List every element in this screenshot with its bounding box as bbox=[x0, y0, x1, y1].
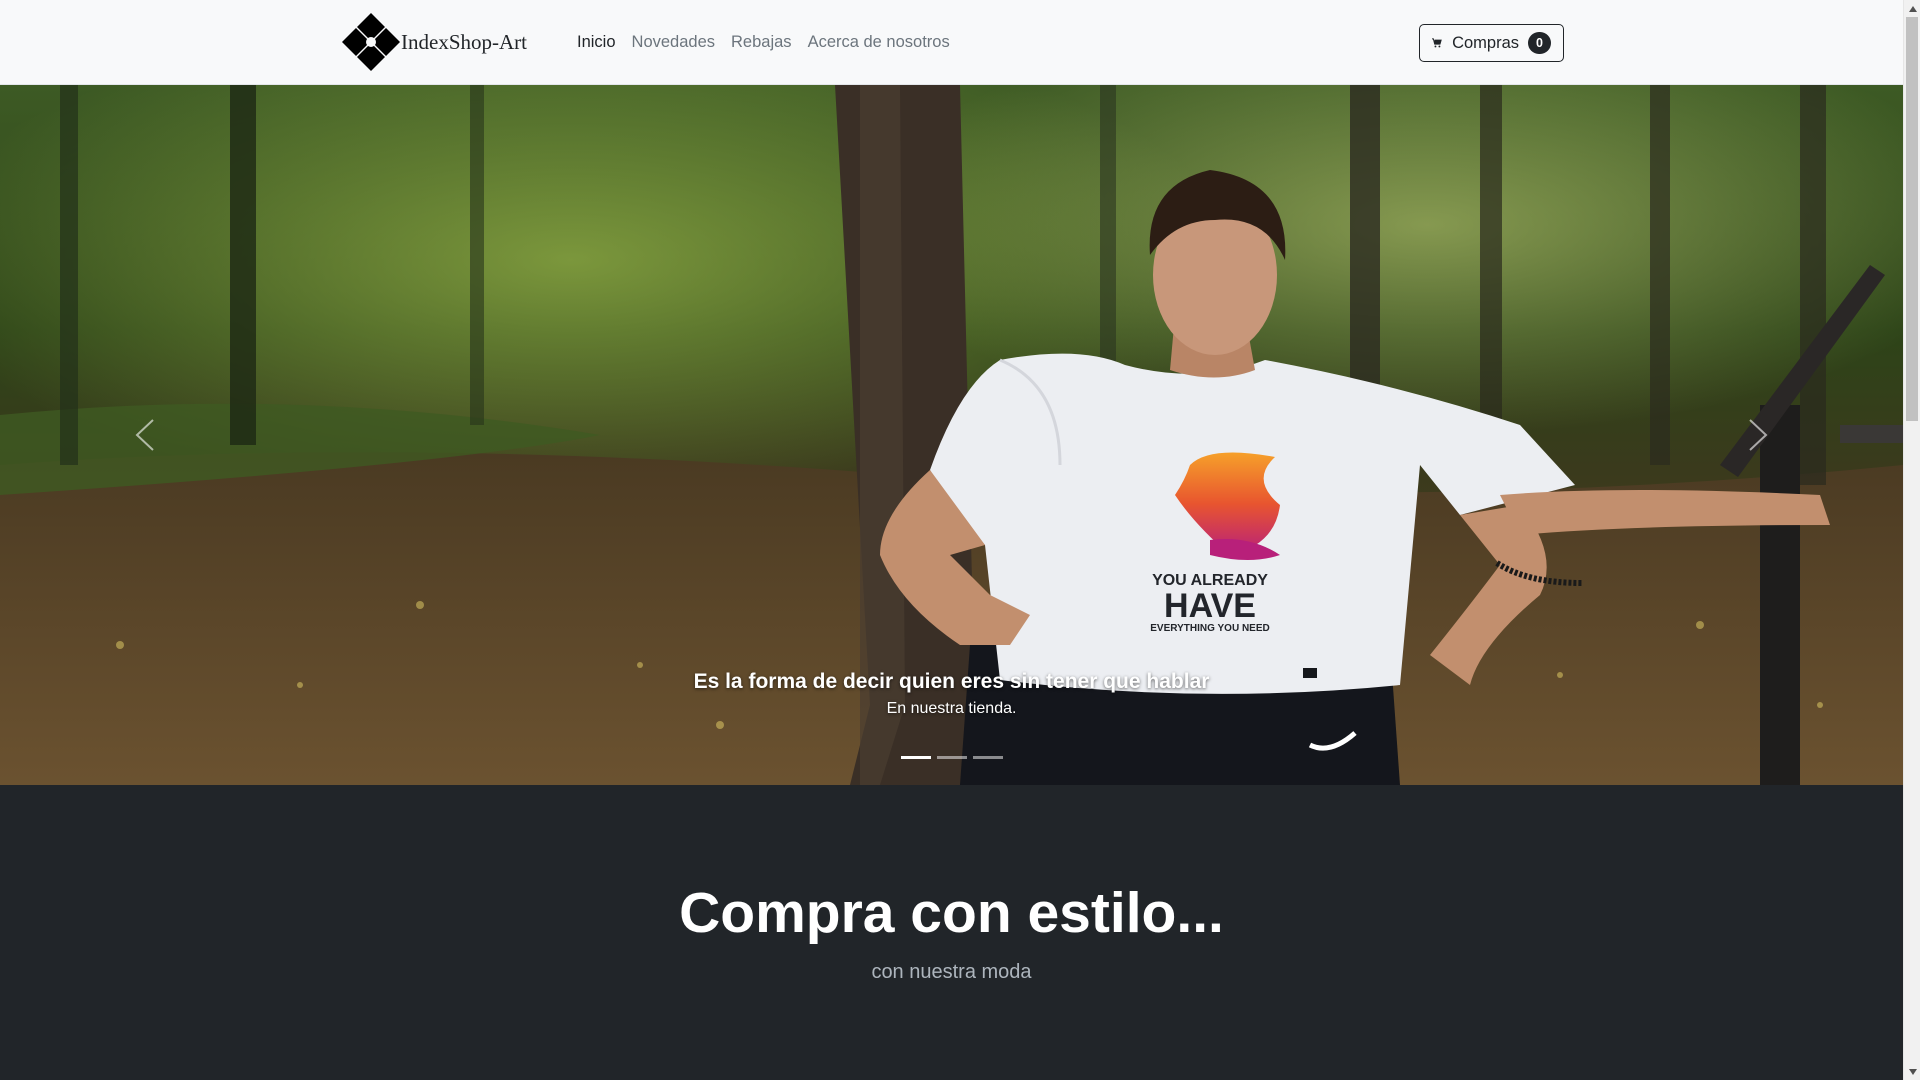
cart-button[interactable]: Compras 0 bbox=[1419, 24, 1564, 62]
promo-title: Compra con estilo... bbox=[679, 881, 1224, 945]
carousel-indicators bbox=[0, 756, 1903, 759]
caption-text: En nuestra tienda. bbox=[886, 700, 1017, 717]
shirt-print-line2: HAVE bbox=[1164, 587, 1256, 625]
carousel-indicator-1[interactable] bbox=[900, 756, 931, 759]
hero-carousel: YOU ALREADY HAVE EVERYTHING YOU NEED Es … bbox=[0, 85, 1903, 785]
carousel-indicator-3[interactable] bbox=[972, 756, 1003, 759]
brand-link[interactable]: IndexShop-Art bbox=[340, 12, 527, 72]
nav-link-acerca[interactable]: Acerca de nosotros bbox=[800, 29, 958, 56]
shirt-print-line3: EVERYTHING YOU NEED bbox=[1150, 623, 1269, 634]
scroll-thumb[interactable] bbox=[1906, 17, 1918, 421]
triangle-down-icon bbox=[1908, 1068, 1917, 1075]
scroll-up-arrow[interactable] bbox=[1904, 0, 1920, 17]
promo-section: Compra con estilo... con nuestra moda bbox=[0, 785, 1903, 1080]
carousel-caption: Es la forma de decir quien eres sin tene… bbox=[0, 670, 1903, 718]
cart-label: Compras bbox=[1452, 33, 1519, 52]
brand-logo-icon bbox=[342, 13, 400, 71]
nav-link-inicio[interactable]: Inicio bbox=[569, 29, 624, 56]
brand-name: IndexShop-Art bbox=[401, 29, 527, 54]
caption-title: Es la forma de decir quien eres sin tene… bbox=[693, 670, 1210, 693]
chevron-right-icon bbox=[1749, 419, 1768, 451]
chevron-left-icon bbox=[135, 419, 154, 451]
main-nav: Inicio Novedades Rebajas Acerca de nosot… bbox=[569, 29, 958, 56]
promo-subtitle: con nuestra moda bbox=[871, 961, 1032, 983]
nav-link-rebajas[interactable]: Rebajas bbox=[723, 29, 800, 56]
scroll-down-arrow[interactable] bbox=[1904, 1063, 1920, 1080]
carousel-indicator-2[interactable] bbox=[936, 756, 967, 759]
navbar: IndexShop-Art Inicio Novedades Rebajas A… bbox=[0, 0, 1903, 85]
cart-icon bbox=[1432, 38, 1442, 48]
triangle-up-icon bbox=[1908, 5, 1917, 12]
nav-link-novedades[interactable]: Novedades bbox=[624, 29, 723, 56]
page-scrollbar[interactable] bbox=[1903, 0, 1920, 1080]
cart-count-badge: 0 bbox=[1528, 32, 1551, 54]
